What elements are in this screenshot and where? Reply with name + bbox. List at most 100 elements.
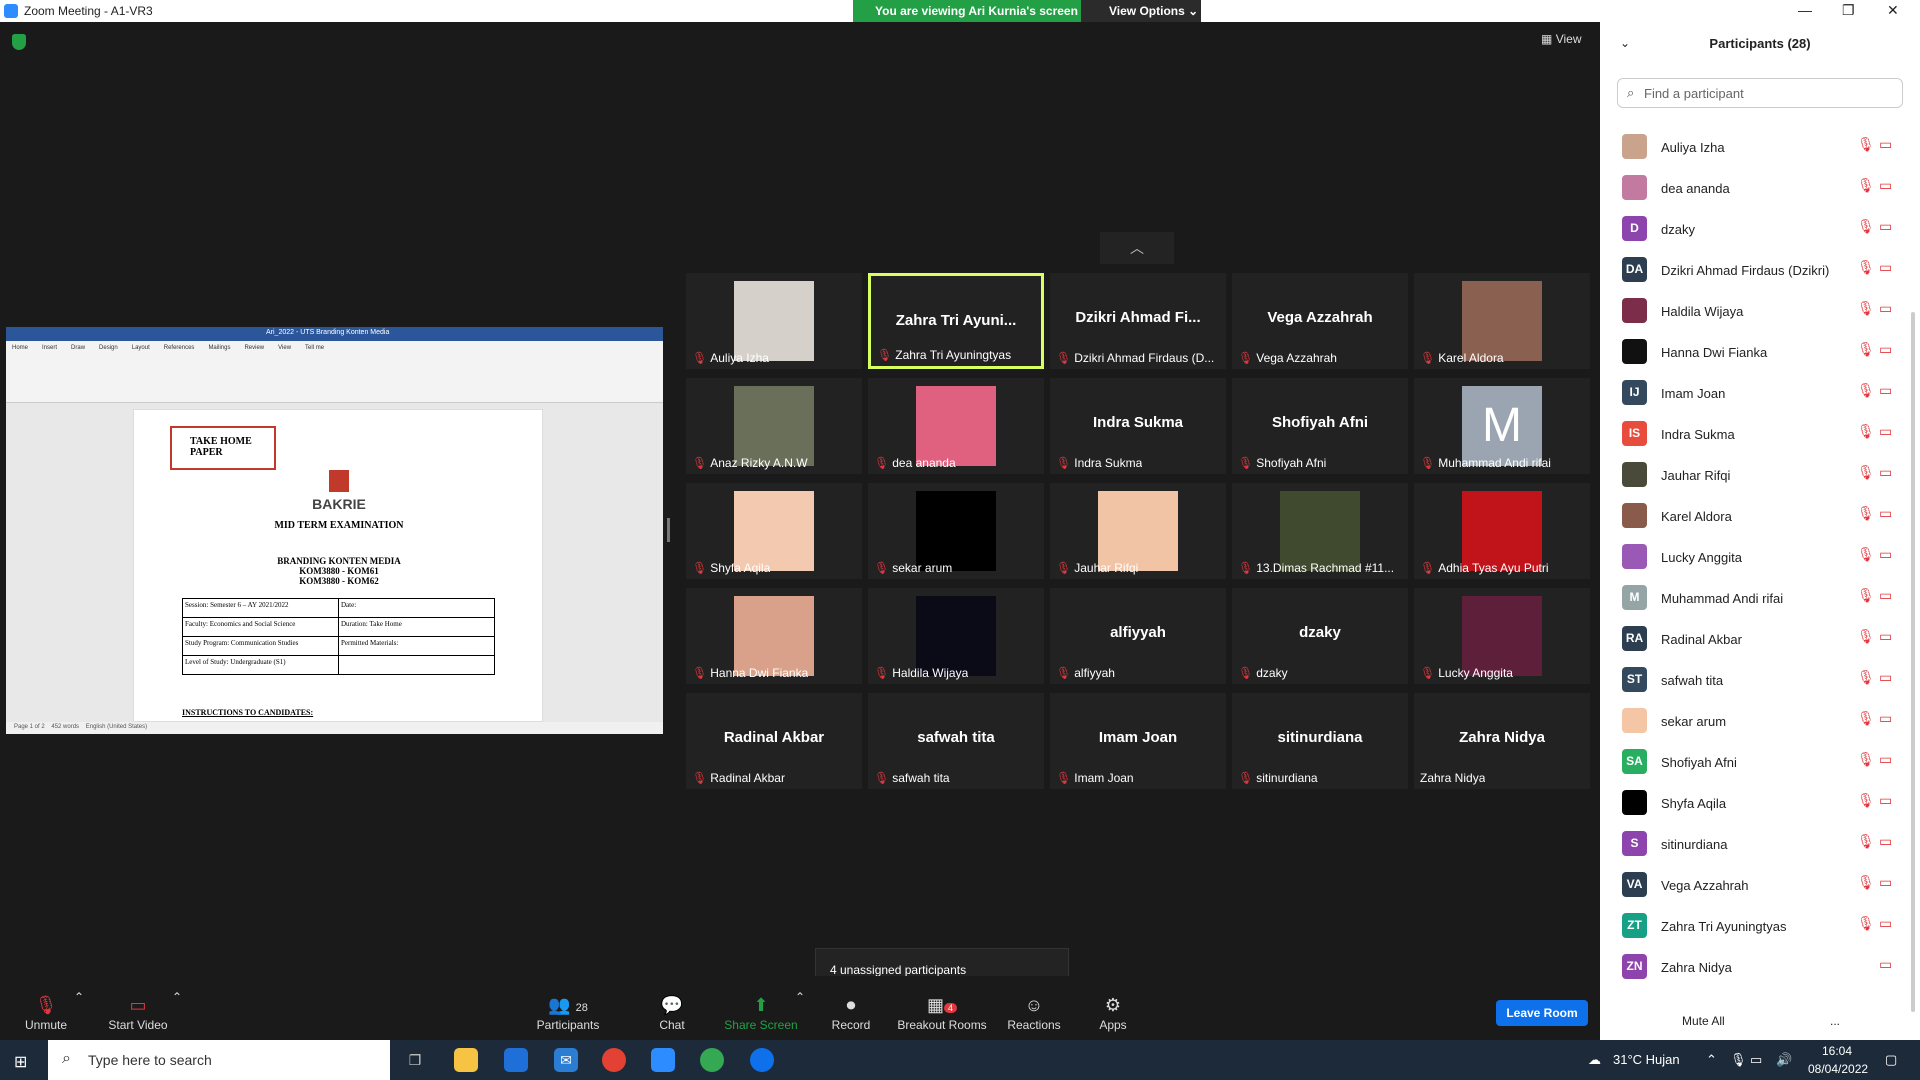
mic-muted-icon[interactable]: 🎙: [1857, 177, 1875, 194]
mic-muted-icon[interactable]: 🎙: [1857, 464, 1875, 481]
video-off-icon[interactable]: ▭: [1879, 874, 1892, 891]
video-tile[interactable]: 🎙 Hanna Dwi Fianka: [686, 588, 862, 684]
start-video-button[interactable]: ▭ Start Video: [106, 994, 170, 1032]
video-tile[interactable]: 🎙 Lucky Anggita: [1414, 588, 1590, 684]
video-tile[interactable]: safwah tita 🎙 safwah tita: [868, 693, 1044, 789]
participant-row[interactable]: Hanna Dwi Fianka 🎙 ▭: [1600, 331, 1912, 372]
video-off-icon[interactable]: ▭: [1879, 300, 1892, 317]
participant-row[interactable]: Jauhar Rifqi 🎙 ▭: [1600, 454, 1912, 495]
participant-row[interactable]: Karel Aldora 🎙 ▭: [1600, 495, 1912, 536]
clock-time[interactable]: 16:04: [1822, 1044, 1852, 1058]
mic-muted-icon[interactable]: 🎙: [1857, 136, 1875, 153]
tray-overflow-icon[interactable]: ⌃: [1706, 1052, 1717, 1068]
participant-row[interactable]: sekar arum 🎙 ▭: [1600, 700, 1912, 741]
video-tile[interactable]: Dzikri Ahmad Fi... 🎙 Dzikri Ahmad Firdaus …: [1050, 273, 1226, 369]
participant-row[interactable]: M Muhammad Andi rifai 🎙 ▭: [1600, 577, 1912, 618]
video-tile[interactable]: Zahra Nidya Zahra Nidya: [1414, 693, 1590, 789]
reactions-button[interactable]: ☺ Reactions: [1006, 994, 1062, 1032]
participant-row[interactable]: VA Vega Azzahrah 🎙 ▭: [1600, 864, 1912, 905]
panel-scrollbar[interactable]: [1911, 312, 1915, 1012]
mic-muted-icon[interactable]: 🎙: [1857, 546, 1875, 563]
video-off-icon[interactable]: ▭: [1879, 464, 1892, 481]
zoom-taskbar-icon[interactable]: [651, 1048, 675, 1072]
weather-text[interactable]: 31°C Hujan: [1613, 1052, 1680, 1067]
video-tile[interactable]: alfiyyah 🎙 alfiyyah: [1050, 588, 1226, 684]
mute-all-button[interactable]: Mute All: [1670, 1010, 1737, 1032]
video-tile[interactable]: 🎙 Jauhar Rifqi: [1050, 483, 1226, 579]
ribbon-tab[interactable]: References: [164, 345, 195, 351]
weather-icon[interactable]: ☁: [1588, 1052, 1601, 1068]
video-tile[interactable]: 🎙 13.Dimas Rachmad #11...: [1232, 483, 1408, 579]
mic-muted-icon[interactable]: 🎙: [1857, 669, 1875, 686]
video-tile[interactable]: Radinal Akbar 🎙 Radinal Akbar: [686, 693, 862, 789]
video-off-icon[interactable]: ▭: [1879, 218, 1892, 235]
participant-row[interactable]: ZT Zahra Tri Ayuningtyas 🎙 ▭: [1600, 905, 1912, 946]
chrome-icon[interactable]: [602, 1048, 626, 1072]
microphone-tray-icon[interactable]: 🎙: [1730, 1052, 1747, 1068]
video-tile[interactable]: sitinurdiana 🎙 sitinurdiana: [1232, 693, 1408, 789]
video-off-icon[interactable]: ▭: [1879, 833, 1892, 850]
mic-muted-icon[interactable]: 🎙: [1857, 710, 1875, 727]
volume-icon[interactable]: 🔊: [1776, 1052, 1792, 1068]
video-off-icon[interactable]: ▭: [1879, 915, 1892, 932]
ribbon-tab[interactable]: Tell me: [305, 345, 324, 351]
video-off-icon[interactable]: ▭: [1879, 956, 1892, 973]
participant-row[interactable]: SA Shofiyah Afni 🎙 ▭: [1600, 741, 1912, 782]
shield-icon[interactable]: [12, 34, 26, 50]
unmute-button[interactable]: 🎙 Unmute: [22, 994, 70, 1032]
chrome-profile-icon[interactable]: [700, 1048, 724, 1072]
video-off-icon[interactable]: ▭: [1879, 136, 1892, 153]
ribbon-tab[interactable]: Home: [12, 345, 28, 351]
mic-muted-icon[interactable]: 🎙: [1857, 423, 1875, 440]
windows-start-icon[interactable]: ⊞: [14, 1052, 27, 1072]
mic-muted-icon[interactable]: 🎙: [1857, 382, 1875, 399]
task-view-icon[interactable]: ❐: [403, 1048, 427, 1072]
share-screen-button[interactable]: ⬆ Share Screen: [724, 994, 798, 1032]
ribbon-tab[interactable]: Draw: [71, 345, 85, 351]
video-tile[interactable]: M 🎙 Muhammad Andi rifai: [1414, 378, 1590, 474]
video-tile[interactable]: 🎙 Anaz Rizky A.N.W: [686, 378, 862, 474]
participant-row[interactable]: IS Indra Sukma 🎙 ▭: [1600, 413, 1912, 454]
video-tile[interactable]: Indra Sukma 🎙 Indra Sukma: [1050, 378, 1226, 474]
share-options-caret[interactable]: ⌃: [795, 990, 805, 1004]
participant-row[interactable]: Ddzaky 🎙 ▭: [1600, 208, 1912, 249]
leave-room-button[interactable]: Leave Room: [1496, 1000, 1588, 1026]
video-tile[interactable]: 🎙 dea ananda: [868, 378, 1044, 474]
video-tile[interactable]: Vega Azzahrah 🎙 Vega Azzahrah: [1232, 273, 1408, 369]
mic-muted-icon[interactable]: 🎙: [1857, 300, 1875, 317]
mic-muted-icon[interactable]: 🎙: [1857, 259, 1875, 276]
participant-row[interactable]: Auliya Izha 🎙 ▭: [1600, 126, 1912, 167]
file-explorer-icon[interactable]: [454, 1048, 478, 1072]
participant-row[interactable]: IJ Imam Joan 🎙 ▭: [1600, 372, 1912, 413]
taskbar-search-input[interactable]: ⌕ Type here to search: [48, 1040, 390, 1080]
video-off-icon[interactable]: ▭: [1879, 628, 1892, 645]
video-tile[interactable]: 🎙 Auliya Izha: [686, 273, 862, 369]
video-off-icon[interactable]: ▭: [1879, 751, 1892, 768]
participant-row[interactable]: dea ananda 🎙 ▭: [1600, 167, 1912, 208]
video-tile[interactable]: Imam Joan 🎙 Imam Joan: [1050, 693, 1226, 789]
audio-options-caret[interactable]: ⌃: [74, 990, 84, 1004]
store-icon[interactable]: [504, 1048, 528, 1072]
video-off-icon[interactable]: ▭: [1879, 423, 1892, 440]
ribbon-tab[interactable]: Layout: [132, 345, 150, 351]
video-tile[interactable]: 🎙 sekar arum: [868, 483, 1044, 579]
chat-button[interactable]: 💬 Chat: [652, 994, 692, 1032]
video-off-icon[interactable]: ▭: [1879, 669, 1892, 686]
participant-row[interactable]: ZN Zahra Nidya ▭: [1600, 946, 1912, 987]
participant-row[interactable]: DA Dzikri Ahmad Firdaus (Dzikri) 🎙 ▭: [1600, 249, 1912, 290]
maximize-button[interactable]: ❐: [1842, 2, 1855, 19]
video-options-caret[interactable]: ⌃: [172, 990, 182, 1004]
mic-muted-icon[interactable]: 🎙: [1857, 505, 1875, 522]
video-off-icon[interactable]: ▭: [1879, 710, 1892, 727]
view-options-button[interactable]: View Options ⌄: [1081, 0, 1201, 22]
participant-row[interactable]: Shyfa Aqila 🎙 ▭: [1600, 782, 1912, 823]
participant-row[interactable]: ST safwah tita 🎙 ▭: [1600, 659, 1912, 700]
mic-muted-icon[interactable]: 🎙: [1857, 341, 1875, 358]
mic-muted-icon[interactable]: 🎙: [1857, 915, 1875, 932]
video-tile[interactable]: 🎙 Karel Aldora: [1414, 273, 1590, 369]
participant-row[interactable]: Haldila Wijaya 🎙 ▭: [1600, 290, 1912, 331]
mic-muted-icon[interactable]: 🎙: [1857, 751, 1875, 768]
video-tile[interactable]: dzaky 🎙 dzaky: [1232, 588, 1408, 684]
view-button[interactable]: ▦ View: [1541, 32, 1581, 46]
close-button[interactable]: ✕: [1887, 2, 1899, 19]
